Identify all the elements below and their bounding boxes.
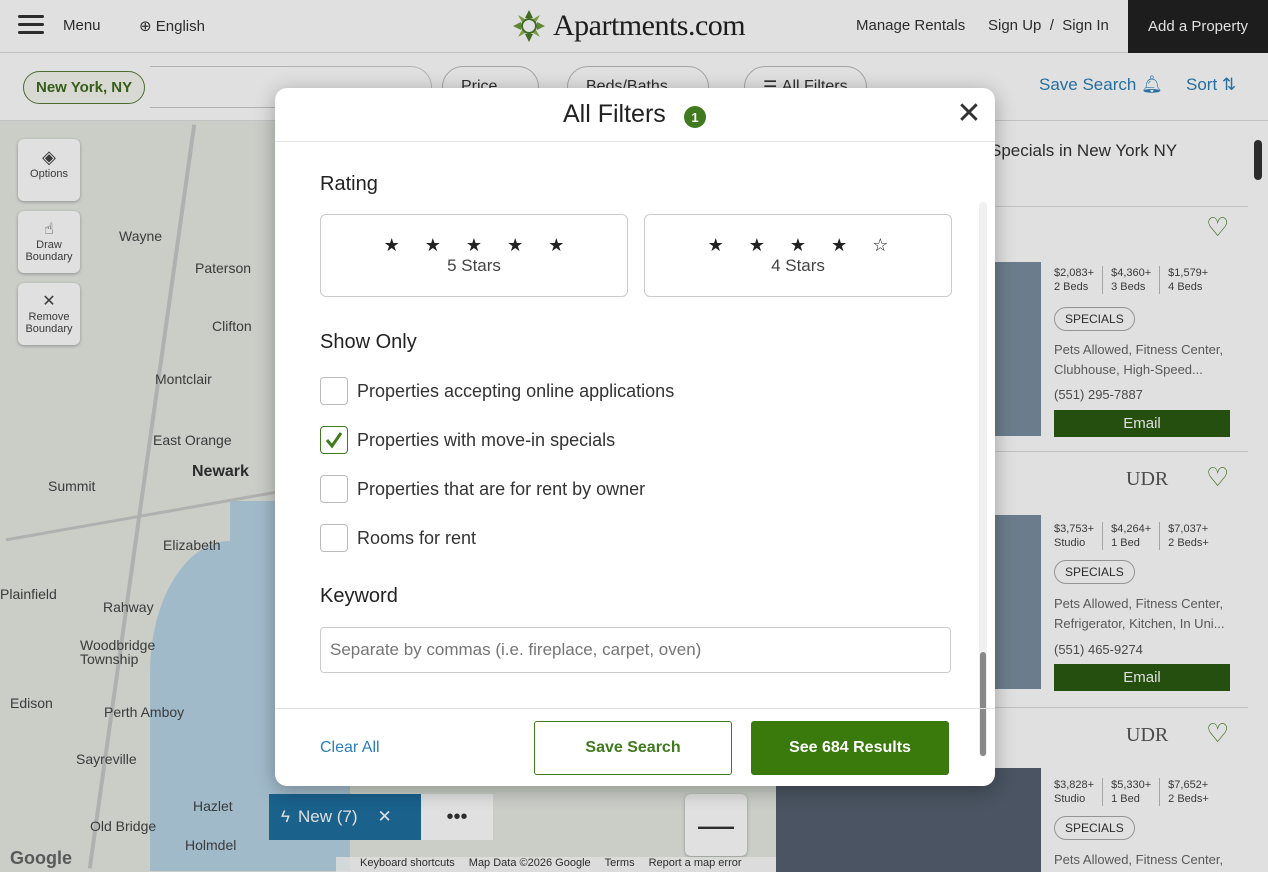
save-search-button[interactable]: Save Search — [534, 721, 732, 775]
checkbox-label: Properties with move-in specials — [357, 429, 616, 450]
rating-option-4-stars[interactable]: ★ ★ ★ ★ ☆ 4 Stars — [644, 214, 952, 297]
show-only-option-online-applications[interactable]: Properties accepting online applications — [320, 377, 674, 405]
show-only-option-move-in-specials[interactable]: Properties with move-in specials — [320, 426, 615, 454]
clear-all-link[interactable]: Clear All — [320, 739, 380, 757]
show-only-option-rent-by-owner[interactable]: Properties that are for rent by owner — [320, 475, 645, 503]
modal-footer: Clear All Save Search See 684 Results — [275, 708, 995, 786]
close-icon[interactable]: ✕ — [955, 98, 983, 130]
rating-label: 5 Stars — [447, 256, 501, 275]
all-filters-modal: All Filters 1 ✕ Rating ★ ★ ★ ★ ★ 5 Stars… — [275, 88, 995, 786]
modal-header: All Filters 1 ✕ — [275, 88, 995, 142]
checkbox[interactable] — [320, 475, 348, 503]
show-only-option-rooms-for-rent[interactable]: Rooms for rent — [320, 524, 476, 552]
rating-label: 4 Stars — [771, 256, 825, 275]
checkbox[interactable] — [320, 377, 348, 405]
filter-count-badge: 1 — [684, 106, 706, 128]
show-only-heading: Show Only — [320, 331, 417, 353]
five-stars-icon: ★ ★ ★ ★ ★ — [383, 235, 575, 255]
keyword-heading: Keyword — [320, 585, 398, 607]
checkmark-icon — [325, 432, 343, 449]
rating-option-5-stars[interactable]: ★ ★ ★ ★ ★ 5 Stars — [320, 214, 628, 297]
checkbox[interactable] — [320, 426, 348, 454]
rating-heading: Rating — [320, 173, 378, 195]
checkbox-label: Properties that are for rent by owner — [357, 478, 646, 499]
checkbox[interactable] — [320, 524, 348, 552]
keyword-input[interactable] — [320, 627, 951, 673]
modal-title: All Filters — [563, 100, 666, 128]
checkbox-label: Properties accepting online applications — [357, 380, 675, 401]
four-stars-icon: ★ ★ ★ ★ ☆ — [707, 235, 899, 255]
see-results-button[interactable]: See 684 Results — [751, 721, 949, 775]
modal-body: Rating ★ ★ ★ ★ ★ 5 Stars ★ ★ ★ ★ ☆ 4 Sta… — [275, 142, 995, 757]
checkbox-label: Rooms for rent — [357, 527, 477, 548]
